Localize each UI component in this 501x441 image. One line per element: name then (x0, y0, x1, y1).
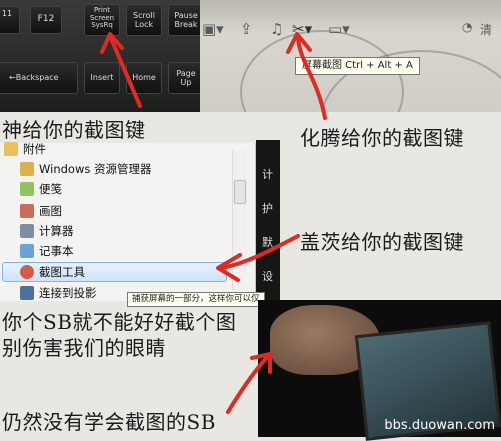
arrow-phone (226, 354, 270, 414)
arrow-snipping-tool (220, 234, 300, 270)
arrow-print-screen (108, 34, 142, 108)
red-arrows (100, 32, 327, 414)
